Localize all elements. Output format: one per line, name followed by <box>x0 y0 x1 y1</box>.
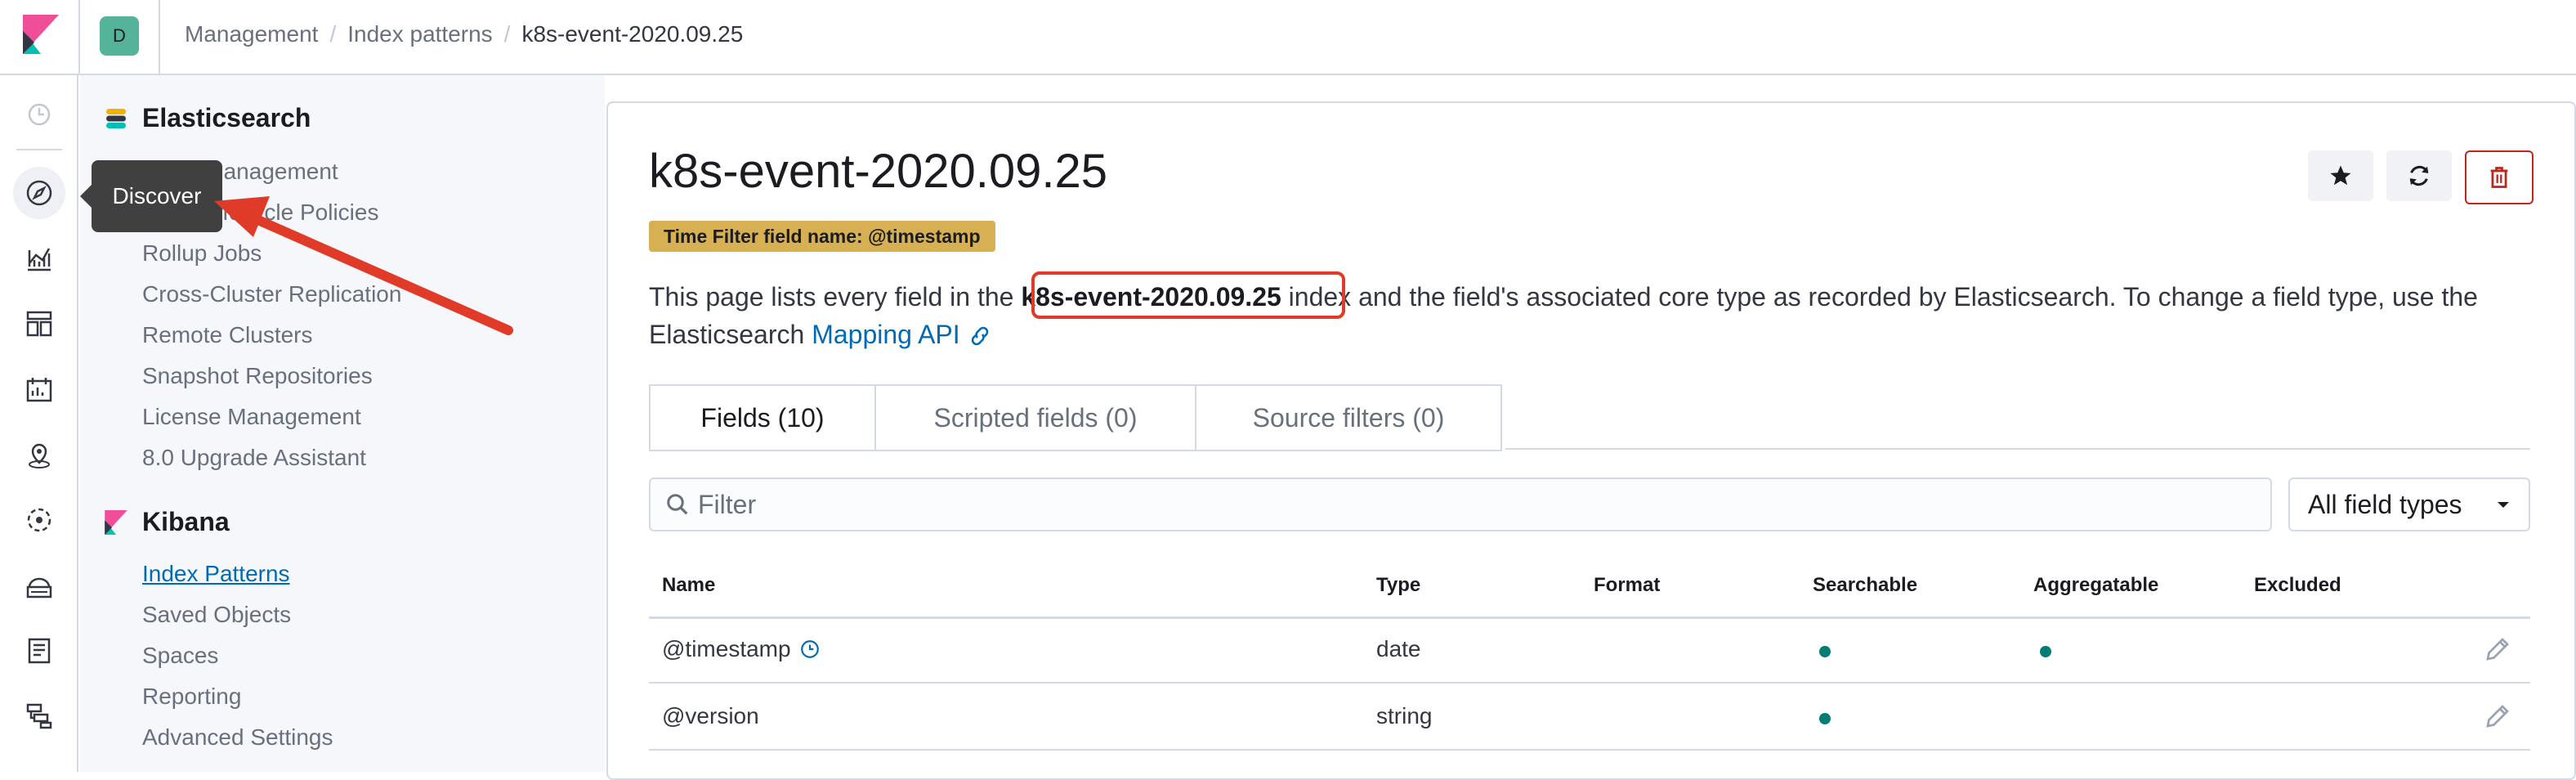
tabs-underline <box>1505 448 2530 450</box>
column-header-searchable[interactable]: Searchable <box>1813 574 1917 597</box>
aggregatable-indicator-icon <box>2040 646 2051 657</box>
sidebar-section-title: Elasticsearch <box>105 103 401 133</box>
sidebar-item-snapshot-repositories[interactable]: Snapshot Repositories <box>105 356 401 397</box>
column-header-excluded[interactable]: Excluded <box>2254 574 2341 597</box>
breadcrumb-separator: / <box>329 21 337 47</box>
time-filter-badge: Time Filter field name: @timestamp <box>649 221 995 252</box>
space-avatar[interactable]: D <box>100 16 139 56</box>
field-name-cell: @version <box>662 703 759 729</box>
mapping-api-link-label: Mapping API <box>812 320 960 349</box>
breadcrumb-index-patterns[interactable]: Index patterns <box>347 21 492 47</box>
field-name-cell: @timestamp <box>662 636 821 662</box>
sidebar-item-license-management[interactable]: License Management <box>105 397 401 437</box>
search-icon <box>667 494 688 515</box>
table-row: @version string <box>649 684 2530 751</box>
refresh-fields-button[interactable] <box>2386 150 2452 201</box>
table-row: @timestamp date <box>649 616 2530 684</box>
sidebar-item-upgrade-assistant[interactable]: 8.0 Upgrade Assistant <box>105 437 401 478</box>
tab-fields[interactable]: Fields (10) <box>649 384 874 451</box>
header-divider <box>159 0 160 74</box>
tab-scripted-fields[interactable]: Scripted fields (0) <box>874 384 1195 451</box>
column-header-aggregatable[interactable]: Aggregatable <box>2033 574 2158 597</box>
page-description: This page lists every field in the k8s-e… <box>649 278 2520 353</box>
sidebar-section-elasticsearch: Elasticsearch Index Management Index Lif… <box>105 103 401 478</box>
delete-index-pattern-button[interactable] <box>2465 150 2534 204</box>
column-header-format[interactable]: Format <box>1594 574 1660 597</box>
filter-field <box>649 477 2272 531</box>
edit-pencil-icon[interactable] <box>2483 702 2512 731</box>
visualize-icon[interactable] <box>23 242 56 275</box>
annotation-highlight-box <box>1031 271 1345 319</box>
caret-down-icon <box>2498 502 2509 508</box>
field-tabs: Fields (10) Scripted fields (0) Source f… <box>649 384 1502 451</box>
maps-icon[interactable] <box>23 438 56 471</box>
sidebar-item-reporting[interactable]: Reporting <box>105 676 333 717</box>
description-text: This page lists every field in the <box>649 282 1022 312</box>
kibana-logo-icon[interactable] <box>23 15 59 54</box>
sidebar-items: Index Patterns Saved Objects Spaces Repo… <box>105 554 333 758</box>
column-header-name[interactable]: Name <box>662 574 715 597</box>
field-name: @version <box>662 703 759 728</box>
canvas-icon[interactable] <box>23 373 56 406</box>
dashboard-icon[interactable] <box>23 307 56 340</box>
breadcrumb-current: k8s-event-2020.09.25 <box>521 21 744 47</box>
top-header: D Management / Index patterns / k8s-event-20… <box>0 0 2576 75</box>
sidebar-item-index-patterns[interactable]: Index Patterns <box>105 554 333 594</box>
tab-source-filters[interactable]: Source filters (0) <box>1195 384 1502 451</box>
discover-tooltip: Discover <box>92 160 222 232</box>
recent-clock-icon[interactable] <box>23 98 56 131</box>
sidebar-section-label: Elasticsearch <box>142 103 311 132</box>
elasticsearch-logo-icon <box>106 108 126 128</box>
rail-divider <box>16 149 62 150</box>
machine-learning-icon[interactable] <box>23 504 56 536</box>
nav-icon-rail <box>0 75 78 772</box>
breadcrumb-management[interactable]: Management <box>185 21 318 47</box>
searchable-indicator-icon <box>1819 713 1831 724</box>
logs-icon[interactable] <box>23 634 56 667</box>
star-icon <box>2330 165 2351 186</box>
sidebar-item-saved-objects[interactable]: Saved Objects <box>105 594 333 635</box>
infrastructure-icon[interactable] <box>23 569 56 602</box>
sidebar-item-advanced-settings[interactable]: Advanced Settings <box>105 717 333 758</box>
sidebar-item-remote-clusters[interactable]: Remote Clusters <box>105 315 401 356</box>
breadcrumb-separator: / <box>503 21 511 47</box>
mapping-api-link[interactable]: Mapping API <box>812 320 991 349</box>
page-title: k8s-event-2020.09.25 <box>649 145 1108 198</box>
tooltip-pointer <box>80 185 92 208</box>
time-field-clock-icon <box>800 640 819 658</box>
sidebar-item-rollup-jobs[interactable]: Rollup Jobs <box>105 233 401 274</box>
link-icon <box>971 326 988 346</box>
field-name: @timestamp <box>662 636 791 661</box>
field-type-select-value: All field types <box>2308 489 2462 519</box>
filter-input[interactable] <box>696 488 2171 521</box>
trash-icon <box>2490 167 2508 188</box>
table-header: Name Type Format Searchable Aggregatable… <box>649 567 2530 619</box>
kibana-logo-icon <box>105 509 127 535</box>
field-type: string <box>1376 703 1433 728</box>
field-type: date <box>1376 636 1421 661</box>
header-divider <box>78 0 80 74</box>
discover-compass-icon[interactable] <box>23 177 56 209</box>
set-default-button[interactable] <box>2308 150 2373 201</box>
apm-icon[interactable] <box>23 700 56 733</box>
sidebar-section-kibana: Kibana Index Patterns Saved Objects Spac… <box>105 507 333 758</box>
searchable-indicator-icon <box>1819 646 1831 657</box>
refresh-icon <box>2409 165 2429 186</box>
sidebar-item-cross-cluster-replication[interactable]: Cross-Cluster Replication <box>105 274 401 315</box>
sidebar-section-label: Kibana <box>142 507 230 536</box>
breadcrumb: Management / Index patterns / k8s-event-2020… <box>185 21 743 47</box>
edit-pencil-icon[interactable] <box>2483 634 2512 664</box>
field-type-select[interactable]: All field types <box>2288 477 2530 531</box>
sidebar-item-spaces[interactable]: Spaces <box>105 635 333 676</box>
sidebar-section-title: Kibana <box>105 507 333 537</box>
column-header-type[interactable]: Type <box>1376 574 1420 597</box>
